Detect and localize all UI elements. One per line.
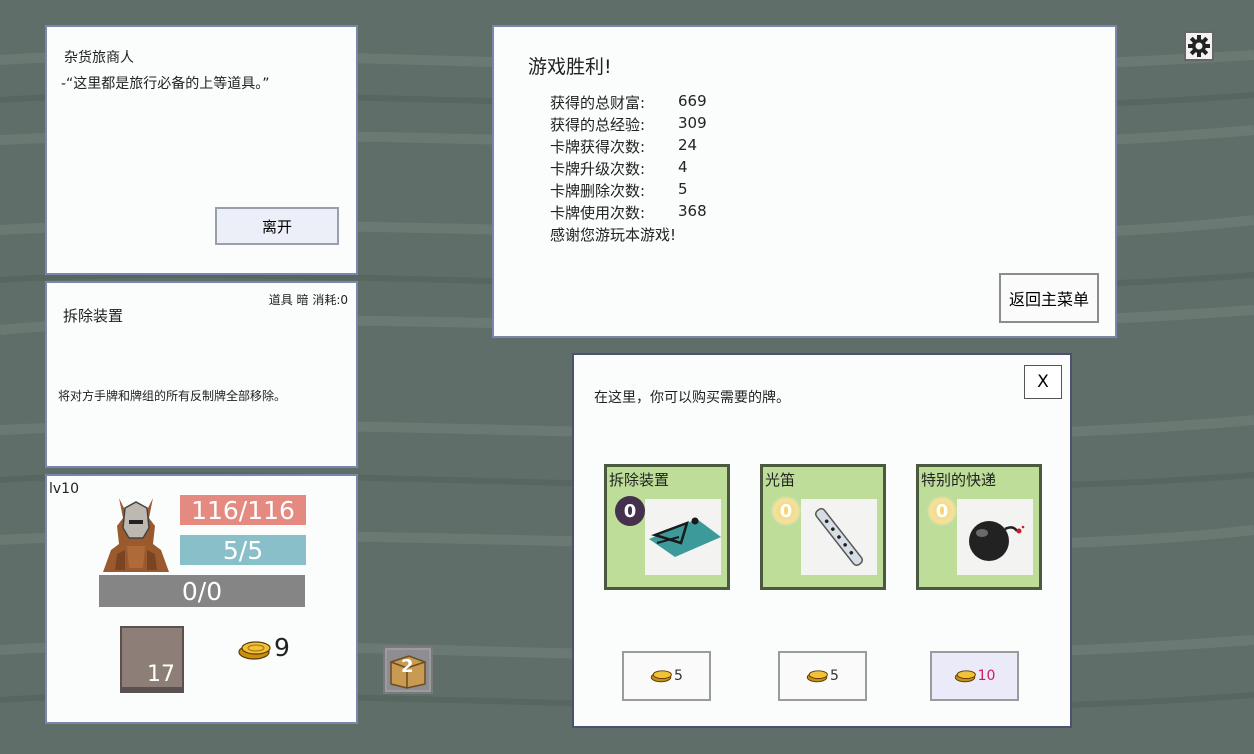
stat-cards-gained: 卡牌获得次数: 24	[550, 136, 698, 156]
card-art	[645, 499, 721, 575]
card-name: 拆除装置	[609, 471, 670, 489]
victory-panel: 游戏胜利! 获得的总财富: 669 获得的总经验: 309 卡牌获得次数: 24 卡牌…	[492, 25, 1117, 338]
card-name: 光笛	[765, 471, 796, 489]
player-level: lv10	[49, 481, 79, 497]
deck-pile[interactable]: 17	[120, 626, 184, 693]
trap-icon	[649, 517, 721, 557]
gold-coin-icon	[650, 670, 672, 683]
pile-count: 2	[401, 656, 414, 677]
settings-button[interactable]	[1184, 31, 1214, 61]
card-art	[801, 499, 877, 575]
gold-coin-icon	[806, 670, 828, 683]
hp-bar: 116/116	[180, 495, 306, 525]
price-value: 5	[830, 668, 839, 684]
leave-button[interactable]: 离开	[215, 207, 339, 245]
card-name: 特别的快递	[921, 471, 997, 489]
card-detail-description: 将对方手牌和牌组的所有反制牌全部移除。	[58, 389, 287, 403]
deck-count: 17	[147, 662, 175, 687]
card-cost: 0	[927, 496, 957, 526]
shop-intro: 在这里，你可以购买需要的牌。	[594, 390, 790, 406]
price-value: 5	[674, 668, 683, 684]
shop-panel: 在这里，你可以购买需要的牌。 X 拆除装置 0 光笛 0 特别的快递 0 5 5…	[572, 353, 1072, 728]
merchant-panel: 杂货旅商人 -“这里都是旅行必备的上等道具。” 离开	[45, 25, 358, 275]
merchant-quote: -“这里都是旅行必备的上等道具。”	[61, 76, 270, 92]
return-main-menu-button[interactable]: 返回主菜单	[999, 273, 1099, 323]
mp-bar: 5/5	[180, 535, 306, 565]
stat-total-wealth: 获得的总财富: 669	[550, 92, 707, 112]
shop-card-light-flute[interactable]: 光笛 0	[760, 464, 886, 590]
xp-bar: 0/0	[99, 575, 305, 607]
stat-total-exp: 获得的总经验: 309	[550, 114, 707, 134]
stat-cards-upgraded: 卡牌升级次数: 4	[550, 158, 688, 178]
gold-coin-icon	[238, 641, 271, 660]
shop-card-special-delivery[interactable]: 特别的快递 0	[916, 464, 1042, 590]
buy-button-special-delivery[interactable]: 10	[930, 651, 1019, 701]
flute-icon	[814, 507, 864, 567]
close-button[interactable]: X	[1024, 365, 1062, 399]
player-gold: 9	[274, 633, 290, 662]
card-detail-title: 拆除装置	[63, 307, 124, 325]
player-avatar	[103, 498, 169, 572]
pile-button[interactable]: 2	[383, 646, 433, 694]
bomb-icon	[969, 521, 1025, 561]
card-detail-panel: 道具 暗 消耗:0 拆除装置 将对方手牌和牌组的所有反制牌全部移除。	[45, 281, 358, 468]
buy-button-light-flute[interactable]: 5	[778, 651, 867, 701]
stat-cards-used: 卡牌使用次数: 368	[550, 202, 707, 222]
gear-icon	[1188, 35, 1210, 57]
card-meta: 道具 暗 消耗:0	[268, 293, 348, 307]
card-cost: 0	[615, 496, 645, 526]
price-value: 10	[977, 668, 996, 684]
card-art	[957, 499, 1033, 575]
player-panel: lv10 116/116 5/5 0/0 17 9	[45, 474, 358, 724]
gold-coin-icon	[954, 670, 976, 683]
merchant-name: 杂货旅商人	[64, 50, 134, 66]
shop-card-demolish[interactable]: 拆除装置 0	[604, 464, 730, 590]
buy-button-demolish[interactable]: 5	[622, 651, 711, 701]
stat-cards-removed: 卡牌删除次数: 5	[550, 180, 688, 200]
card-cost: 0	[771, 496, 801, 526]
thanks-text: 感谢您游玩本游戏!	[550, 226, 677, 244]
victory-title: 游戏胜利!	[528, 56, 612, 78]
